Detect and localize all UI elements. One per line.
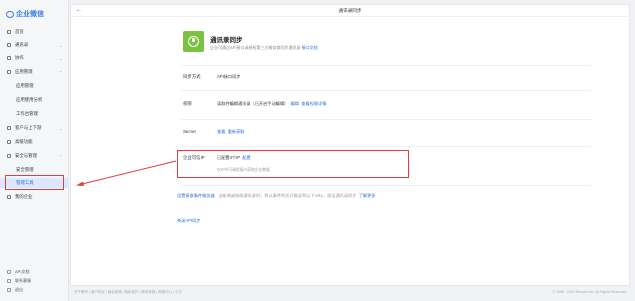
trusted-ip-label: 企业可信IP — [183, 155, 205, 160]
home-icon — [7, 30, 11, 34]
app-description: 企业可通过API接口或授权第三方服务商同步通讯录 接口文档 — [210, 45, 318, 50]
sidebar-item-label: 协作 — [15, 55, 24, 60]
sidebar-item-my-company[interactable]: 我的企业 — [0, 192, 69, 202]
chevron-up-icon: ⌃ — [59, 69, 63, 75]
sidebar-item-label: 客户与上下游 — [15, 125, 42, 130]
trusted-ip-row: 已配置4个IP 配置 — [217, 155, 251, 161]
sidebar-item-advanced[interactable]: 高级功能 — [0, 137, 69, 147]
contacts-icon — [7, 43, 11, 47]
copyright: © 1998 - 2023 Tencent Inc. All Rights Re… — [552, 290, 626, 294]
close-sync-row: 关闭API同步 — [177, 218, 201, 224]
app-title: 通讯录同步 — [210, 37, 243, 44]
divider — [181, 146, 591, 147]
sidebar-item-label: 通讯录 — [15, 42, 29, 47]
divider — [181, 185, 591, 186]
edit-permission-link[interactable]: 编辑 — [291, 101, 299, 106]
learn-more-link[interactable]: 了解更多 — [359, 193, 376, 198]
chevron-down-icon: ⌄ — [59, 125, 63, 131]
sidebar-item-security[interactable]: 安全与管理 ⌃ — [0, 151, 69, 161]
sidebar-item-label: 我的企业 — [15, 194, 33, 199]
permission-value: 读取并编辑通讯录（已开启手动编辑） — [217, 101, 289, 106]
sidebar-item-customers[interactable]: 客户与上下游 ⌄ — [0, 123, 69, 133]
sidebar-item-label: 应用管理 — [16, 83, 34, 88]
sidebar-subitem-security-management[interactable]: 安全管理 — [0, 165, 69, 175]
highlight-box-trusted-ip — [177, 150, 409, 178]
api-docs-link[interactable]: 接口文档 — [302, 45, 318, 50]
sidebar-item-label: 应用管理 — [15, 69, 33, 74]
secret-row: 查看 重新获取 — [217, 129, 244, 135]
permission-row: 读取并编辑通讯录（已开启手动编辑） 编辑 查看权限详情 — [217, 101, 326, 107]
trusted-ip-value: 已配置4个IP — [217, 155, 240, 160]
sidebar-footer-support[interactable]: 联系客服 — [0, 277, 69, 285]
highlight-box-sidebar — [5, 175, 64, 190]
collaboration-icon — [7, 56, 11, 60]
wecom-logo-icon — [6, 10, 14, 18]
document-icon — [7, 270, 11, 274]
configure-ip-link[interactable]: 配置 — [242, 155, 250, 160]
sidebar-item-label: 工作台管理 — [16, 111, 38, 116]
sidebar-item-contacts[interactable]: 通讯录 ⌄ — [0, 40, 69, 50]
customers-icon — [7, 126, 11, 130]
page-title: 通讯录同步 — [338, 8, 362, 13]
page-footer: 关于腾讯 | 用户协议 | 隐私政策 | 隐私保护 | 服务条款 | 帮助中心 … — [70, 289, 630, 297]
reget-secret-link[interactable]: 重新获取 — [228, 129, 245, 134]
divider — [181, 65, 591, 66]
sidebar-footer-label: 退出 — [15, 287, 23, 292]
chevron-down-icon: ⌄ — [59, 55, 63, 61]
sidebar-item-label: 应用使用分析 — [16, 97, 43, 102]
close-api-sync-link[interactable]: 关闭API同步 — [177, 218, 201, 223]
permission-detail-link[interactable]: 查看权限详情 — [301, 101, 326, 106]
company-icon — [7, 195, 11, 199]
headset-icon — [7, 279, 11, 283]
set-callback-server-link[interactable]: 设置接收事件服务器 — [177, 193, 215, 198]
brand-logo[interactable]: 企业微信 — [6, 9, 44, 19]
sidebar-item-label: 高级功能 — [15, 139, 33, 144]
view-secret-link[interactable]: 查看 — [217, 129, 225, 134]
sync-mode-label: 同步方式 — [183, 74, 201, 79]
main-panel: ← 通讯录同步 通讯录同步 企业可通过API接口或授权第三方服务商同步通讯录 接… — [70, 4, 630, 286]
advanced-icon — [7, 140, 11, 144]
sidebar-item-label: 安全管理 — [16, 167, 34, 172]
logout-icon — [7, 288, 11, 292]
sidebar-footer-api-docs[interactable]: API文档 — [0, 268, 69, 276]
sidebar: 企业微信 首页 通讯录 ⌄ 协作 ⌄ 应用管理 ⌃ 应用管理 应用使用分析 工作… — [0, 0, 69, 301]
app-icon — [183, 31, 204, 52]
sidebar-subitem-workbench[interactable]: 工作台管理 — [0, 109, 69, 119]
footer-links[interactable]: 关于腾讯 | 用户协议 | 隐私政策 | 隐私保护 | 服务条款 | 帮助中心 … — [74, 290, 182, 295]
sidebar-item-label: 首页 — [15, 29, 24, 34]
apps-icon — [7, 70, 11, 74]
sidebar-footer-logout[interactable]: 退出 — [0, 286, 69, 294]
sidebar-subitem-app-management[interactable]: 应用管理 — [0, 81, 69, 91]
divider — [181, 90, 591, 91]
secret-label: Secret — [183, 129, 196, 134]
permission-label: 权限 — [183, 101, 192, 106]
chevron-up-icon: ⌃ — [59, 153, 63, 159]
top-bar: ← 通讯录同步 — [71, 5, 629, 17]
brand-name: 企业微信 — [16, 11, 44, 18]
callback-description: 当新增或修改通讯录时，将以事件的形式推送到以下URL。保证通讯录同步 — [218, 193, 357, 198]
trusted-ip-hint: 仅IP中可调用接口获取企业数据 — [217, 168, 270, 172]
sidebar-footer-label: 联系客服 — [15, 278, 31, 283]
sidebar-item-label: 安全与管理 — [15, 153, 37, 158]
divider — [181, 119, 591, 120]
sidebar-item-home[interactable]: 首页 — [0, 27, 69, 37]
chevron-down-icon: ⌄ — [59, 42, 63, 48]
sidebar-subitem-app-usage[interactable]: 应用使用分析 — [0, 95, 69, 105]
sidebar-item-app-management[interactable]: 应用管理 ⌃ — [0, 67, 69, 77]
callback-row: 设置接收事件服务器 当新增或修改通讯录时，将以事件的形式推送到以下URL。保证通… — [177, 193, 376, 199]
sidebar-footer-label: API文档 — [15, 269, 30, 274]
sidebar-item-collaboration[interactable]: 协作 ⌄ — [0, 53, 69, 63]
shield-icon — [7, 154, 11, 158]
sync-mode-value: API接口同步 — [217, 74, 241, 79]
